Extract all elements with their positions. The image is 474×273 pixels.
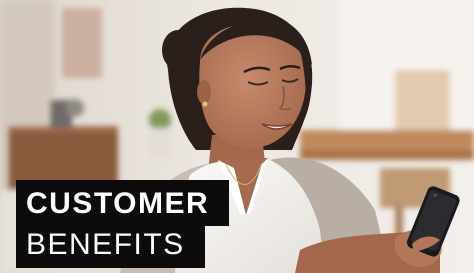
caption-block: CUSTOMER BENEFITS [16,180,230,268]
caption-title-line-2: BENEFITS [16,226,205,268]
hero-banner: CUSTOMER BENEFITS [0,0,474,273]
caption-title-line-1: CUSTOMER [16,180,230,226]
